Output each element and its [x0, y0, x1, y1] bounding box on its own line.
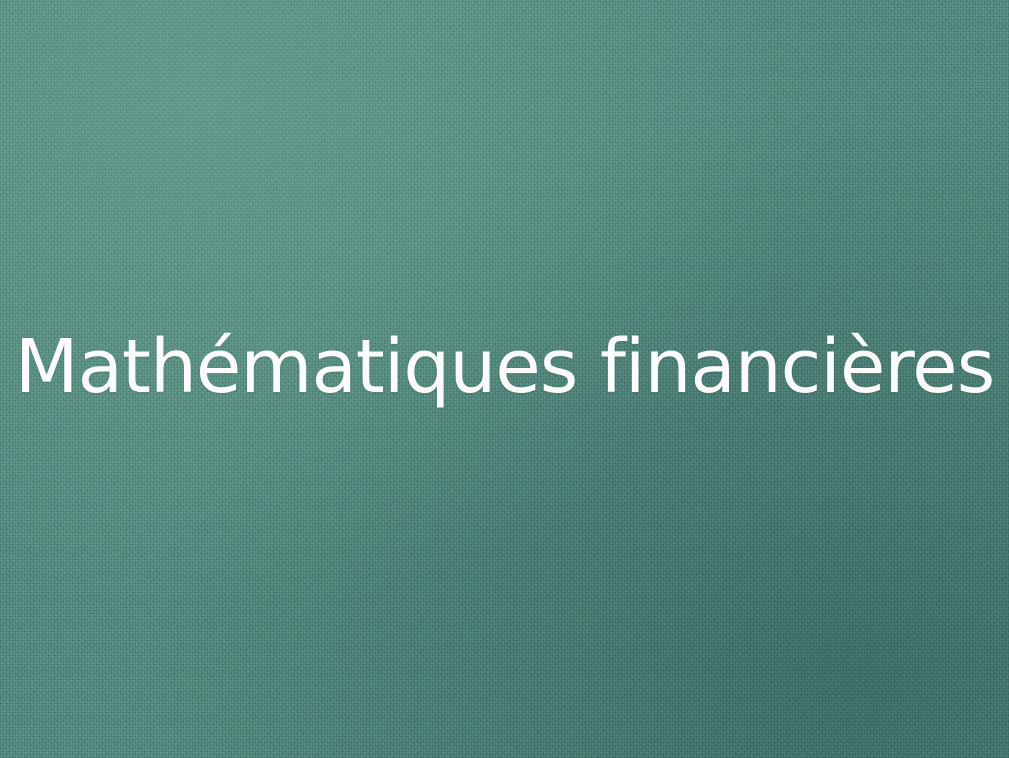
page-title: Mathématiques financières	[14, 324, 996, 410]
linen-texture-background: Mathématiques financières	[0, 0, 1009, 758]
